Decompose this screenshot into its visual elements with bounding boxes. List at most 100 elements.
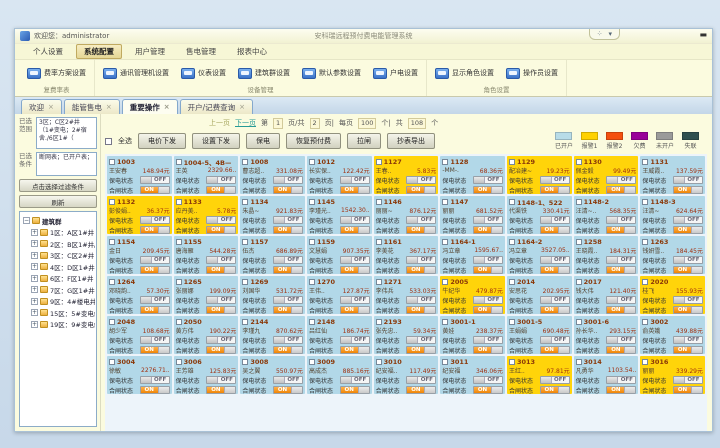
card-checkbox[interactable] <box>509 359 515 365</box>
card-checkbox[interactable] <box>576 359 582 365</box>
card-checkbox[interactable] <box>376 359 382 365</box>
card-checkbox[interactable] <box>176 199 182 205</box>
switch-toggle-on[interactable]: ON <box>140 306 170 314</box>
card-checkbox[interactable] <box>509 239 515 245</box>
meter-card[interactable]: 3013王红..97.81元保电状态OFF合闸状态ON <box>507 356 572 394</box>
card-checkbox[interactable] <box>242 239 248 245</box>
supply-toggle-off[interactable]: OFF <box>606 296 636 304</box>
switch-toggle-on[interactable]: ON <box>606 306 636 314</box>
ribbon-button[interactable]: 费率方案设置 <box>27 68 86 79</box>
supply-toggle-off[interactable]: OFF <box>606 376 636 384</box>
meter-card[interactable]: 3016丽丽339.29元保电状态OFF合闸状态ON <box>640 356 705 394</box>
meter-card[interactable]: 2017钱大伟121.40元保电状态OFF合闸状态ON <box>574 276 639 314</box>
meter-card[interactable]: 1271李伟兵533.03元保电状态OFF合闸状态ON <box>374 276 439 314</box>
tab-close-icon[interactable]: × <box>48 104 54 111</box>
meter-card[interactable]: 1008曹志超..331.08元保电状态OFF合闸状态ON <box>240 156 305 194</box>
supply-toggle-off[interactable]: OFF <box>473 296 503 304</box>
supply-toggle-off[interactable]: OFF <box>673 216 703 224</box>
supply-toggle-off[interactable]: OFF <box>540 336 570 344</box>
switch-toggle-on[interactable]: ON <box>140 226 170 234</box>
card-checkbox[interactable] <box>442 319 448 325</box>
menu-item-系统配置[interactable]: 系统配置 <box>76 44 122 59</box>
meter-card[interactable]: 3010纪安福..117.49元保电状态OFF合闸状态ON <box>374 356 439 394</box>
tree-item[interactable]: +3区：C区2#井（1 <box>23 250 95 262</box>
meter-card[interactable]: 3006王芳雄125.83元保电状态OFF合闸状态ON <box>174 356 239 394</box>
switch-toggle-on[interactable]: ON <box>273 386 303 394</box>
supply-toggle-off[interactable]: OFF <box>673 176 703 184</box>
collapse-icon[interactable]: − <box>23 217 30 224</box>
meter-card[interactable]: 2144李瑾九870.62元保电状态OFF合闸状态ON <box>240 316 305 354</box>
card-checkbox[interactable] <box>176 239 182 245</box>
expand-icon[interactable]: + <box>31 309 38 316</box>
switch-toggle-on[interactable]: ON <box>606 346 636 354</box>
card-checkbox[interactable] <box>109 199 115 205</box>
card-checkbox[interactable] <box>109 359 115 365</box>
condition-textbox[interactable]: 断网表；已开户表； <box>36 152 97 176</box>
supply-toggle-off[interactable]: OFF <box>340 336 370 344</box>
meter-card[interactable]: 1130佩金毅99.49元保电状态OFF合闸状态ON <box>574 156 639 194</box>
meter-card[interactable]: 3009高成杰885.16元保电状态OFF合闸状态ON <box>307 356 372 394</box>
menu-item-售电管理[interactable]: 售电管理 <box>178 44 224 59</box>
supply-toggle-off[interactable]: OFF <box>406 336 436 344</box>
card-checkbox[interactable] <box>642 239 648 245</box>
tree-item[interactable]: +15区：5#变电站（3 <box>23 307 95 319</box>
pin-icon[interactable]: ⁘ <box>597 30 603 38</box>
tree-item[interactable]: +19区：9#变电站（2 <box>23 319 95 331</box>
supply-toggle-off[interactable]: OFF <box>340 296 370 304</box>
switch-toggle-on[interactable]: ON <box>206 266 236 274</box>
switch-toggle-on[interactable]: ON <box>540 266 570 274</box>
tree-item[interactable]: +7区：G区1#井 <box>23 284 95 296</box>
meter-card[interactable]: 2005牛纪华479.87元保电状态OFF合闸状态ON <box>440 276 505 314</box>
card-checkbox[interactable] <box>242 359 248 365</box>
switch-toggle-on[interactable]: ON <box>206 386 236 394</box>
meter-card[interactable]: 2048胡少军108.68元保电状态OFF合闸状态ON <box>107 316 172 354</box>
supply-toggle-off[interactable]: OFF <box>473 376 503 384</box>
meter-card[interactable]: 3004徐敏2276.71..保电状态OFF合闸状态ON <box>107 356 172 394</box>
switch-toggle-on[interactable]: ON <box>406 386 436 394</box>
minimize-icon[interactable]: ▬ <box>699 31 707 39</box>
supply-toggle-off[interactable]: OFF <box>673 336 703 344</box>
card-checkbox[interactable] <box>442 199 448 205</box>
meter-card[interactable]: 1134朱晶~921.83元保电状态OFF合闸状态ON <box>240 196 305 234</box>
meter-card[interactable]: 1004-5、4B—王英2329.66..保电状态OFF合闸状态ON <box>174 156 239 194</box>
supply-toggle-off[interactable]: OFF <box>606 336 636 344</box>
meter-card[interactable]: 3001-6孙长华..293.15元保电状态OFF合闸状态ON <box>574 316 639 354</box>
supply-toggle-off[interactable]: OFF <box>540 176 570 184</box>
meter-card[interactable]: 1161李美花367.17元保电状态OFF合闸状态ON <box>374 236 439 274</box>
supply-toggle-off[interactable]: OFF <box>273 376 303 384</box>
card-checkbox[interactable] <box>242 159 248 165</box>
card-checkbox[interactable] <box>176 319 182 325</box>
ribbon-button[interactable]: 建筑群设置 <box>238 68 290 79</box>
supply-toggle-off[interactable]: OFF <box>540 216 570 224</box>
switch-toggle-on[interactable]: ON <box>473 346 503 354</box>
toolbar-button-电价下发[interactable]: 电价下发 <box>138 133 186 149</box>
meter-card[interactable]: 1012长实保..122.42元保电状态OFF合闸状态ON <box>307 156 372 194</box>
card-checkbox[interactable] <box>576 159 582 165</box>
select-all-checkbox[interactable] <box>105 138 112 145</box>
switch-toggle-on[interactable]: ON <box>540 226 570 234</box>
card-checkbox[interactable] <box>442 279 448 285</box>
switch-toggle-on[interactable]: ON <box>273 266 303 274</box>
meter-card[interactable]: 1003王安春148.94元保电状态OFF合闸状态ON <box>107 156 172 194</box>
card-checkbox[interactable] <box>309 239 315 245</box>
card-checkbox[interactable] <box>309 279 315 285</box>
switch-toggle-on[interactable]: ON <box>273 346 303 354</box>
expand-icon[interactable]: + <box>31 240 38 247</box>
menu-item-用户管理[interactable]: 用户管理 <box>127 44 173 59</box>
tab-开户/记费查询[interactable]: 开户/记费查询× <box>180 99 253 114</box>
expand-icon[interactable]: + <box>31 263 38 270</box>
scope-textbox[interactable]: 3区；C区2#井（1#变电；2#宿舍./6区1#（ <box>36 117 97 149</box>
switch-toggle-on[interactable]: ON <box>406 186 436 194</box>
supply-toggle-off[interactable]: OFF <box>473 216 503 224</box>
switch-toggle-on[interactable]: ON <box>140 386 170 394</box>
meter-card[interactable]: 3011纪安福346.06元保电状态OFF合闸状态ON <box>440 356 505 394</box>
prev-page-link[interactable]: 上一页 <box>209 118 230 128</box>
supply-toggle-off[interactable]: OFF <box>540 296 570 304</box>
meter-card[interactable]: 1264邓晓韵..57.30元保电状态OFF合闸状态ON <box>107 276 172 314</box>
supply-toggle-off[interactable]: OFF <box>673 296 703 304</box>
switch-toggle-on[interactable]: ON <box>606 226 636 234</box>
switch-toggle-on[interactable]: ON <box>673 346 703 354</box>
supply-toggle-off[interactable]: OFF <box>273 216 303 224</box>
card-checkbox[interactable] <box>109 319 115 325</box>
supply-toggle-off[interactable]: OFF <box>273 336 303 344</box>
